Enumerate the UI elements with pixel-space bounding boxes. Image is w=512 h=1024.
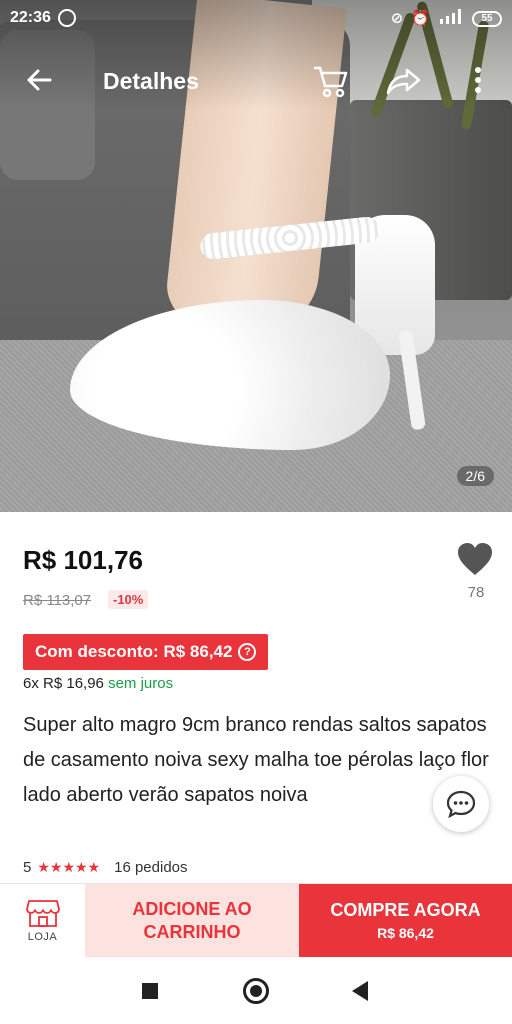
- top-app-bar: Detalhes: [0, 50, 512, 110]
- home-icon[interactable]: [243, 978, 269, 1004]
- status-bar: 22:36 ⊘ ⏰ 55: [0, 0, 512, 36]
- add-to-cart-button[interactable]: ADICIONE AO CARRINHO: [85, 884, 299, 957]
- battery-icon: 55: [472, 10, 502, 27]
- heart-icon[interactable]: [455, 540, 495, 580]
- recents-icon[interactable]: [142, 983, 158, 999]
- coupon-label: Com desconto: R$ 86,42: [35, 642, 233, 661]
- nav-back-icon[interactable]: [352, 981, 368, 1001]
- question-icon[interactable]: ?: [238, 643, 257, 661]
- image-counter: 2/6: [456, 466, 494, 486]
- rating-value: 5: [23, 859, 32, 876]
- signal-icon: [438, 8, 464, 29]
- status-time: 22:36: [10, 9, 51, 26]
- alarm-icon: ⏰: [411, 9, 430, 27]
- system-nav-bar: [0, 957, 512, 1024]
- rating-stars: ★★★★★: [37, 859, 101, 875]
- installments-free: sem juros: [108, 675, 174, 692]
- cart-icon[interactable]: [310, 60, 350, 100]
- buy-now-price: R$ 86,42: [377, 925, 434, 941]
- mute-icon: ⊘: [390, 9, 404, 27]
- favorites-count: 78: [467, 584, 485, 601]
- share-icon[interactable]: [385, 62, 423, 98]
- buy-now-label: COMPRE AGORA: [330, 900, 481, 920]
- whatsapp-icon: [58, 9, 76, 27]
- bottom-action-bar: LOJA ADICIONE AO CARRINHO COMPRE AGORA R…: [0, 883, 512, 957]
- orders-count: 16 pedidos: [114, 859, 188, 876]
- store-label: LOJA: [27, 931, 58, 943]
- discount-coupon[interactable]: Com desconto: R$ 86,42 ?: [23, 634, 269, 670]
- installments-amount: 6x R$ 16,96: [23, 675, 104, 692]
- discount-badge: -10%: [108, 590, 149, 609]
- status-icons: ⊘ ⏰ 55: [391, 8, 502, 29]
- page-title: Detalhes: [103, 68, 199, 94]
- chat-button[interactable]: [433, 776, 489, 832]
- installments: 6x R$ 16,96 sem juros: [23, 675, 173, 692]
- buy-now-button[interactable]: COMPRE AGORA R$ 86,42: [299, 884, 512, 957]
- store-icon: [25, 900, 60, 927]
- more-options-icon[interactable]: [466, 64, 490, 96]
- store-button[interactable]: LOJA: [0, 884, 85, 957]
- add-to-cart-label: ADICIONE AO CARRINHO: [132, 898, 252, 942]
- back-arrow-icon[interactable]: [22, 62, 58, 98]
- original-price: R$ 113,07: [23, 592, 92, 609]
- product-price: R$ 101,76: [23, 545, 143, 575]
- product-title: Super alto magro 9cm branco rendas salto…: [23, 714, 489, 806]
- rating-row[interactable]: 5 ★★★★★ 16 pedidos: [23, 859, 188, 876]
- chat-bubble-icon: [446, 790, 476, 818]
